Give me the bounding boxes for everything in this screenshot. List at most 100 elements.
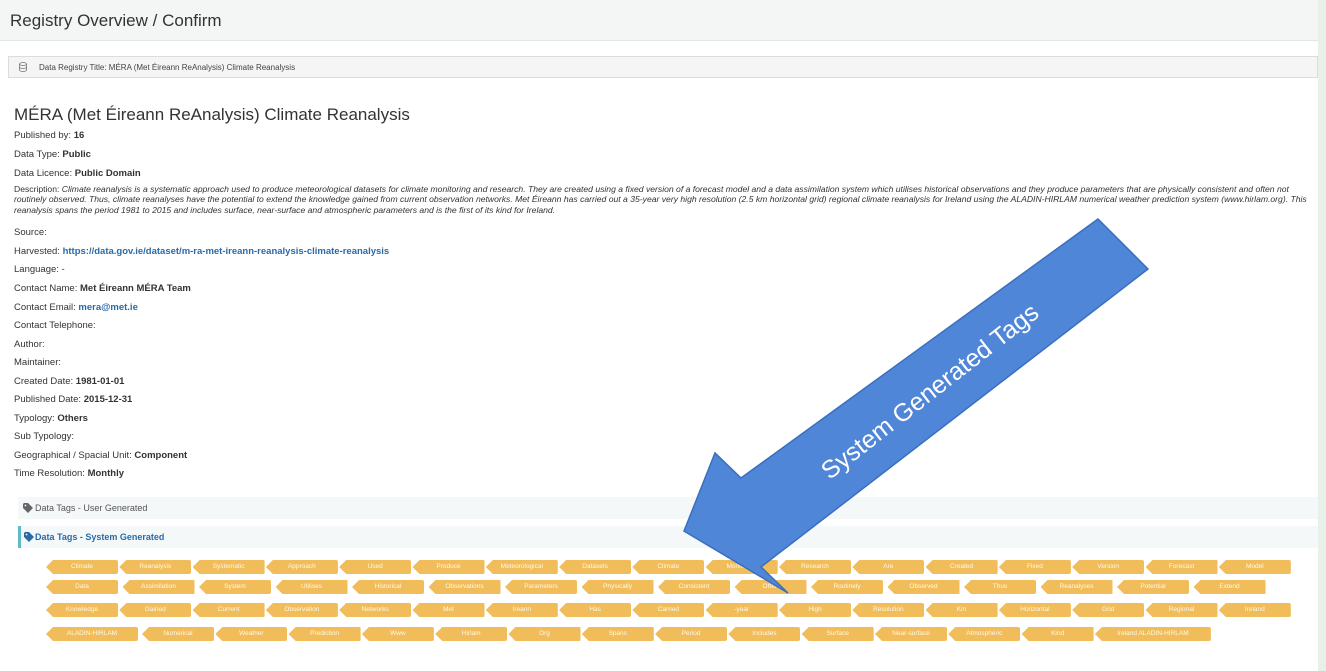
system-tag[interactable]: Model <box>1218 560 1291 574</box>
created-date-row: Created Date: 1981-01-01 <box>14 376 124 387</box>
system-tag[interactable]: Fixed <box>998 560 1071 574</box>
system-tag[interactable]: Data <box>46 580 118 594</box>
system-tag[interactable]: Observation <box>265 603 338 617</box>
system-tags-section-toggle[interactable]: Data Tags - System Generated <box>18 526 1318 548</box>
page-title: Registry Overview / Confirm <box>10 11 222 30</box>
system-tag[interactable]: Extend <box>1193 580 1266 594</box>
system-tag[interactable]: Datasets <box>559 560 632 574</box>
published-date-value: 2015-12-31 <box>83 394 133 405</box>
system-tag[interactable]: Meteorological <box>485 560 558 574</box>
dataset-title: MÉRA (Met Éireann ReAnalysis) Climate Re… <box>14 105 410 124</box>
system-tag[interactable]: Reanalysis <box>119 560 192 574</box>
system-tag[interactable]: System <box>199 580 271 594</box>
system-tag[interactable]: ALADIN-HIRLAM <box>46 627 138 641</box>
page-header: Registry Overview / Confirm <box>0 0 1326 41</box>
system-tag[interactable]: Parameters <box>505 580 577 594</box>
description-row: Description: Climate reanalysis is a sys… <box>14 184 1314 215</box>
description-label: Description: <box>14 184 62 194</box>
system-tag[interactable]: -year <box>705 603 778 617</box>
system-tag[interactable]: Has <box>559 603 632 617</box>
system-tag[interactable]: Networks <box>339 603 412 617</box>
system-tag[interactable]: Routinely <box>811 580 883 594</box>
system-tag[interactable]: Resolution <box>852 603 925 617</box>
system-tag[interactable]: Physically <box>581 580 654 594</box>
system-tag[interactable]: Ireann <box>485 603 558 617</box>
system-tag[interactable]: Spans <box>581 627 654 641</box>
user-tags-section-toggle[interactable]: Data Tags - User Generated <box>18 497 1318 519</box>
system-tag[interactable]: Www <box>361 627 434 641</box>
system-tags-heading: Data Tags - System Generated <box>35 532 165 542</box>
system-tag[interactable]: Used <box>339 560 412 574</box>
contact-name-label: Contact Name: <box>14 283 80 294</box>
system-tag[interactable]: Version <box>1072 560 1145 574</box>
system-tag[interactable]: Grid <box>1072 603 1145 617</box>
system-tag[interactable]: Potential <box>1117 580 1189 594</box>
language-row: Language: - <box>14 264 65 275</box>
system-tag[interactable]: Observations <box>428 580 501 594</box>
system-tag[interactable]: Horizontal <box>998 603 1071 617</box>
system-tag[interactable]: Ireland ALADIN-HIRLAM <box>1094 627 1211 641</box>
system-tag[interactable]: Period <box>655 627 728 641</box>
harvested-row: Harvested: https://data.gov.ie/dataset/m… <box>14 246 389 257</box>
typology-value: Others <box>57 413 88 424</box>
contact-email-label: Contact Email: <box>14 302 79 313</box>
data-type-value: Public <box>62 149 91 160</box>
contact-name-row: Contact Name: Met Éireann MÉRA Team <box>14 283 191 294</box>
system-tag[interactable]: Atmospheric <box>948 627 1021 641</box>
system-tag[interactable]: Monitoring <box>705 560 778 574</box>
system-tag[interactable]: Near-surface <box>875 627 947 641</box>
system-tag[interactable]: Prediction <box>288 627 361 641</box>
system-tag[interactable]: Includes <box>728 627 801 641</box>
system-tag[interactable]: Thus <box>964 580 1036 594</box>
system-tag[interactable]: Kind <box>1021 627 1094 641</box>
contact-name-value: Met Éireann MÉRA Team <box>80 283 191 294</box>
source-row: Source: <box>14 227 47 238</box>
created-date-label: Created Date: <box>14 376 76 387</box>
system-tag[interactable]: Observed <box>887 580 960 594</box>
geo-unit-value: Component <box>134 450 188 461</box>
system-tag[interactable]: Numerical <box>142 627 214 641</box>
published-by-label: Published by: <box>14 130 74 141</box>
data-type-row: Data Type: Public <box>14 149 91 160</box>
system-tag[interactable]: Research <box>779 560 851 574</box>
system-tag[interactable]: Gained <box>119 603 192 617</box>
system-tag[interactable]: Weather <box>215 627 288 641</box>
system-tag[interactable]: Km <box>925 603 998 617</box>
system-tag[interactable]: Met <box>412 603 485 617</box>
system-tag[interactable]: Utilises <box>275 580 348 594</box>
geo-unit-row: Geographical / Spacial Unit: Component <box>14 450 187 461</box>
data-licence-value: Public Domain <box>74 168 141 179</box>
system-tag[interactable]: Created <box>925 560 998 574</box>
typology-row: Typology: Others <box>14 413 88 424</box>
sub-typology-label: Sub Typology: <box>14 431 75 442</box>
system-tag[interactable]: Climate <box>632 560 705 574</box>
system-tag[interactable]: Org <box>508 627 581 641</box>
system-tag[interactable]: Systematic <box>192 560 265 574</box>
system-tag[interactable]: Approach <box>265 560 338 574</box>
system-tag[interactable]: Surface <box>801 627 874 641</box>
system-tag[interactable]: Consistent <box>658 580 730 594</box>
system-tag[interactable]: Are <box>852 560 925 574</box>
system-tag[interactable]: Historical <box>352 580 424 594</box>
system-tag[interactable]: Assimilation <box>122 580 195 594</box>
system-tag[interactable]: Hirlam <box>435 627 508 641</box>
author-row: Author: <box>14 339 45 350</box>
created-date-value: 1981-01-01 <box>75 376 125 387</box>
system-tag[interactable]: Carried <box>632 603 705 617</box>
time-resolution-label: Time Resolution: <box>14 468 88 479</box>
contact-email-link[interactable]: mera@met.ie <box>78 302 137 313</box>
harvested-link[interactable]: https://data.gov.ie/dataset/m-ra-met-ire… <box>63 246 390 257</box>
system-tag[interactable]: High <box>779 603 851 617</box>
tag-icon <box>24 532 34 542</box>
system-tag[interactable]: Current <box>192 603 265 617</box>
system-tag[interactable]: Ireland <box>1218 603 1291 617</box>
system-tag[interactable]: Produce <box>412 560 485 574</box>
system-tag[interactable]: Often <box>734 580 807 594</box>
system-tag[interactable]: Climate <box>46 560 118 574</box>
system-tag[interactable]: Reanalyses <box>1040 580 1113 594</box>
system-tag[interactable]: Forecast <box>1145 560 1218 574</box>
contact-email-row: Contact Email: mera@met.ie <box>14 302 138 313</box>
system-tag[interactable]: Knowledge <box>46 603 118 617</box>
system-tag[interactable]: Regional <box>1145 603 1218 617</box>
registry-title-text: Data Registry Title: MÉRA (Met Éireann R… <box>39 63 296 72</box>
